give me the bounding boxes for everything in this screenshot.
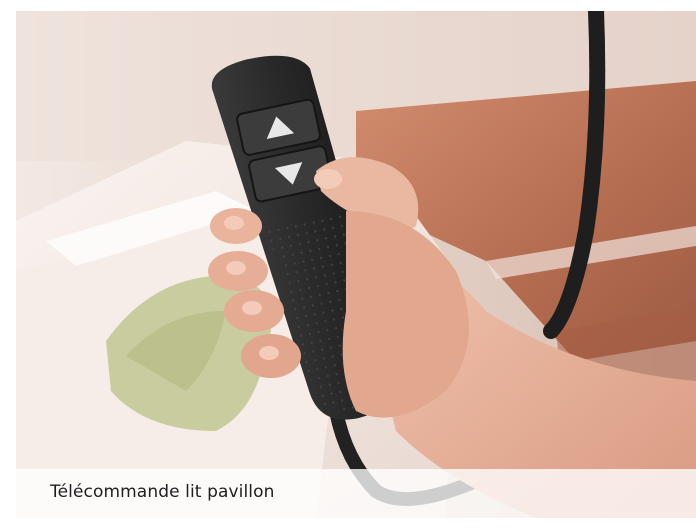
page: Télécommande lit pavillon <box>0 0 696 529</box>
bed-remote-photo <box>16 11 696 518</box>
photo-caption: Télécommande lit pavillon <box>50 482 275 502</box>
